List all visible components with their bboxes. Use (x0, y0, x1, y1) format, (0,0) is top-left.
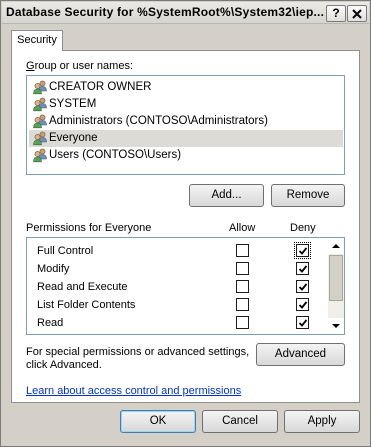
scroll-down-icon (332, 324, 340, 328)
scroll-up-button[interactable] (328, 238, 344, 254)
users-icon (33, 148, 47, 163)
group-list-item[interactable]: SYSTEM (29, 96, 343, 113)
learn-about-access-control-link[interactable]: Learn about access control and permissio… (26, 385, 241, 397)
permission-row: Read and Execute (27, 278, 329, 296)
permission-name: Read (37, 317, 64, 329)
close-button[interactable] (347, 5, 367, 22)
advanced-button[interactable]: Advanced (256, 343, 345, 366)
remove-button[interactable]: Remove (271, 184, 345, 207)
advanced-button-label: Advanced (274, 348, 327, 360)
deny-checkbox[interactable] (296, 316, 309, 329)
group-list-item-label: SYSTEM (49, 98, 97, 110)
help-button[interactable]: ? (326, 5, 346, 22)
group-list-item[interactable]: Users (CONTOSO\Users) (29, 147, 343, 164)
permission-row: Read (27, 314, 329, 332)
close-icon (352, 9, 362, 19)
group-or-user-names-label: Group or user names: (26, 60, 133, 72)
allow-checkbox[interactable] (236, 262, 249, 275)
group-list-item[interactable]: CREATOR OWNER (29, 79, 343, 96)
users-icon (33, 131, 47, 146)
allow-checkbox[interactable] (236, 244, 249, 257)
permission-name: Read and Execute (37, 281, 128, 293)
allow-column-header: Allow (229, 222, 256, 234)
group-list-item[interactable]: Everyone (29, 130, 343, 147)
permissions-label: Permissions for Everyone (26, 222, 152, 234)
allow-checkbox[interactable] (236, 316, 249, 329)
group-label-text: roup or user names: (34, 60, 133, 72)
group-list-item-label: CREATOR OWNER (49, 81, 152, 93)
permission-row: List Folder Contents (27, 296, 329, 314)
add-button[interactable]: Add... (189, 184, 264, 207)
title-bar[interactable]: Database Security for %SystemRoot%\Syste… (2, 2, 369, 24)
permission-row: Modify (27, 260, 329, 278)
permissions-scrollbar[interactable] (328, 238, 344, 334)
window-title: Database Security for %SystemRoot%\Syste… (6, 5, 324, 19)
deny-checkbox[interactable] (296, 262, 309, 275)
users-icon (33, 97, 47, 112)
group-list-item-label: Everyone (49, 132, 98, 144)
tab-security[interactable]: Security (11, 30, 63, 51)
deny-checkbox[interactable] (296, 298, 309, 311)
permissions-list[interactable]: Full Control Modify Read and Execute List F… (26, 237, 345, 335)
cancel-button-label: Cancel (222, 415, 258, 427)
special-permissions-text-1: For special permissions or advanced sett… (26, 346, 250, 358)
special-permissions-text-2: click Advanced. (26, 359, 102, 371)
users-icon (33, 114, 47, 129)
allow-checkbox[interactable] (236, 298, 249, 311)
apply-button-label: Apply (307, 415, 337, 427)
allow-checkbox[interactable] (236, 280, 249, 293)
remove-button-label: Remove (286, 189, 330, 201)
users-icon (33, 80, 47, 95)
permission-name: Full Control (37, 245, 94, 257)
scroll-down-button[interactable] (328, 318, 344, 334)
deny-column-header: Deny (290, 222, 316, 234)
deny-checkbox[interactable] (294, 242, 311, 259)
cancel-button[interactable]: Cancel (202, 410, 278, 433)
scroll-thumb[interactable] (329, 255, 343, 301)
add-button-label: Add... (211, 189, 242, 201)
scroll-up-icon (332, 244, 340, 248)
security-tab-panel: Group or user names: CREATOR OWNER SYSTEM… (11, 50, 360, 403)
group-list-item-label: Users (CONTOSO\Users) (49, 149, 182, 161)
ok-button-label: OK (149, 415, 167, 427)
ok-button[interactable]: OK (120, 410, 196, 433)
permission-row: Full Control (27, 242, 329, 260)
group-list-item[interactable]: Administrators (CONTOSO\Administrators) (29, 113, 343, 130)
deny-checkbox[interactable] (296, 280, 309, 293)
security-dialog: Database Security for %SystemRoot%\Syste… (0, 0, 371, 447)
group-label-accesskey: G (26, 60, 35, 72)
group-list-item-label: Administrators (CONTOSO\Administrators) (49, 115, 268, 127)
permission-name: Modify (37, 263, 70, 275)
group-user-list[interactable]: CREATOR OWNER SYSTEM Administrators (CONTO… (26, 75, 345, 175)
permission-name: List Folder Contents (37, 299, 136, 311)
apply-button[interactable]: Apply (284, 410, 360, 433)
